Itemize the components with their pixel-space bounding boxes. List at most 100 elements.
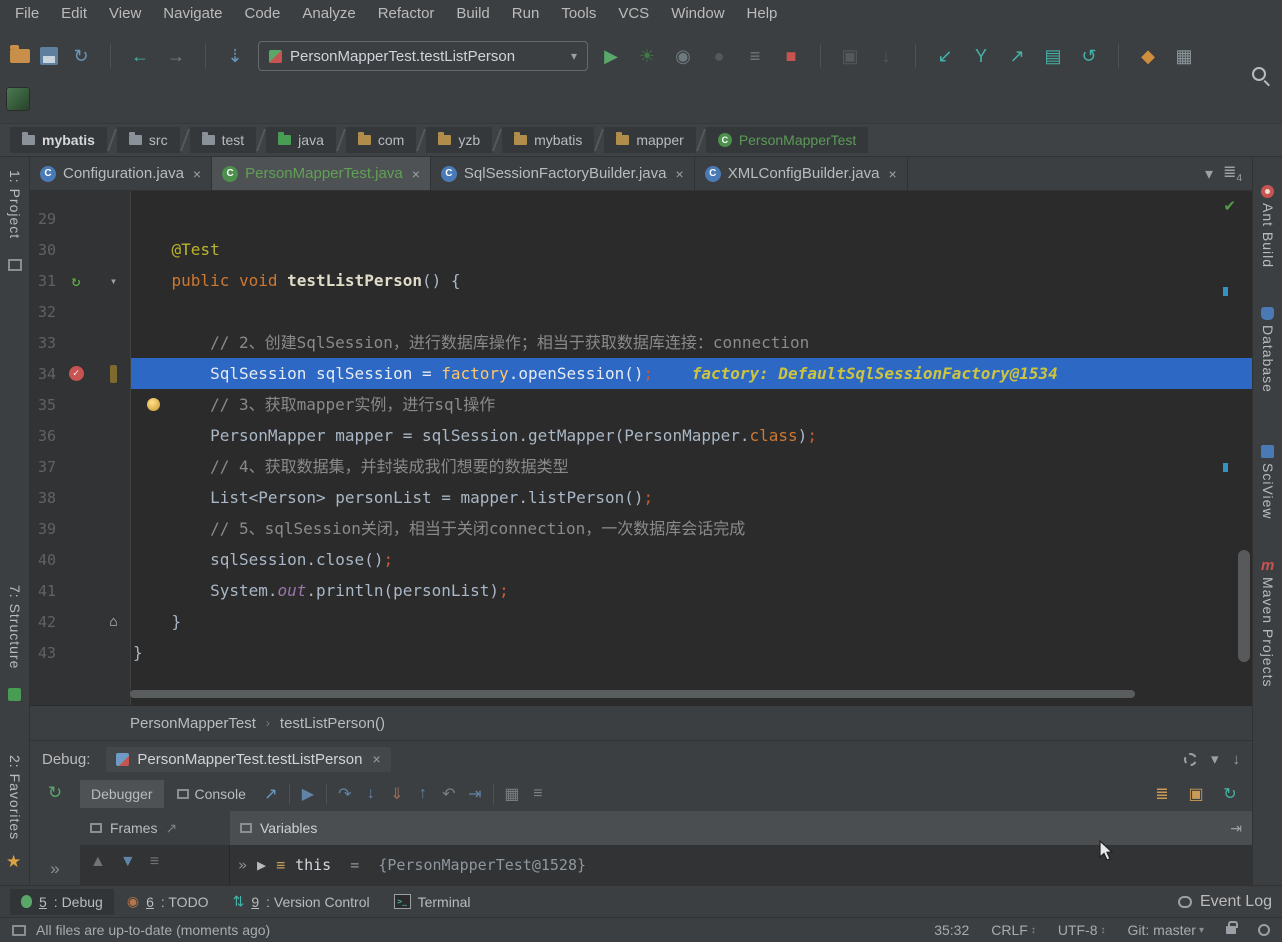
code-line[interactable]: // 5、sqlSession关闭，相当于关闭connection，一次数据库会… <box>131 513 1252 544</box>
editor-tab[interactable]: C Configuration.java × <box>30 157 213 190</box>
favorites-star-icon[interactable]: ★ <box>6 852 21 872</box>
editor[interactable]: 29 30 @Test 31 ↻ ▾ public void testListPerso… <box>30 191 1252 705</box>
gutter-cell[interactable]: 43 <box>30 637 131 668</box>
sync-icon[interactable]: ↻ <box>68 43 94 69</box>
menu-item-window[interactable]: Window <box>660 0 735 27</box>
breadcrumb-item[interactable]: com <box>345 127 417 153</box>
tab-list-icon[interactable]: ≣4 <box>1223 162 1242 184</box>
attach-icon[interactable]: ● <box>706 43 732 69</box>
error-stripe-mark[interactable] <box>1223 287 1228 296</box>
gutter-icon-slot[interactable]: ▾ <box>96 274 131 288</box>
sidebar-item-project[interactable]: 1: Project <box>0 170 30 239</box>
close-icon[interactable]: × <box>412 166 420 182</box>
window-arrow-icon[interactable]: ▤ <box>1040 43 1066 69</box>
breadcrumb-item[interactable]: mapper <box>604 127 696 153</box>
gutter-cell[interactable]: 30 <box>30 234 131 265</box>
debug-session-tab[interactable]: PersonMapperTest.testListPerson × <box>106 746 391 772</box>
build-artifacts-icon[interactable]: ≡ <box>742 43 768 69</box>
annotate-icon[interactable]: ⇣ <box>222 43 248 69</box>
breadcrumb-item[interactable]: mybatis <box>502 127 595 153</box>
code-line[interactable]: // 3、获取mapper实例，进行sql操作 <box>131 389 1252 420</box>
close-icon[interactable]: × <box>193 166 201 182</box>
open-project-icon[interactable] <box>10 45 30 63</box>
run-to-cursor-icon[interactable]: ⇥ <box>463 782 487 806</box>
step-over-icon[interactable]: ↷ <box>333 782 357 806</box>
gutter-cell[interactable]: 37 <box>30 451 131 482</box>
menu-item-navigate[interactable]: Navigate <box>152 0 233 27</box>
code-line[interactable] <box>131 296 1252 327</box>
variable-value[interactable]: {PersonMapperTest@1528} <box>378 856 586 874</box>
breadcrumb-item[interactable]: test <box>189 127 257 153</box>
sciview-icon[interactable] <box>1261 445 1274 458</box>
caret-position[interactable]: 35:32 <box>934 922 969 938</box>
gear-icon[interactable] <box>1183 752 1197 766</box>
frame-menu-icon[interactable]: ≡ <box>150 853 159 871</box>
sidebar-item-favorites[interactable]: 2: Favorites <box>0 755 30 840</box>
toolwindow-button-versioncontrol[interactable]: ⇅ 9: Version Control <box>222 888 381 915</box>
event-log-button[interactable]: Event Log <box>1177 893 1272 911</box>
code-line[interactable]: System.out.println(personList); <box>131 575 1252 606</box>
coverage-icon[interactable]: ☀ <box>634 43 660 69</box>
vertical-scrollbar[interactable] <box>1238 550 1250 662</box>
restart-dim-icon[interactable]: ▣ <box>837 43 863 69</box>
code-line[interactable]: List<Person> personList = mapper.listPer… <box>131 482 1252 513</box>
close-icon[interactable]: × <box>888 166 896 182</box>
menu-item-run[interactable]: Run <box>501 0 551 27</box>
code-line[interactable]: } <box>131 606 1252 637</box>
tab-console[interactable]: Console <box>166 780 257 808</box>
gutter-cell[interactable]: 36 <box>30 420 131 451</box>
menu-item-analyze[interactable]: Analyze <box>291 0 366 27</box>
profiler-icon[interactable]: ◉ <box>670 43 696 69</box>
tab-debugger[interactable]: Debugger <box>80 780 164 808</box>
more-options-icon[interactable]: ≡ <box>526 782 550 806</box>
rollback-icon[interactable]: ↺ <box>1076 43 1102 69</box>
close-icon[interactable]: × <box>676 166 684 182</box>
sidebar-item-sciview[interactable]: SciView <box>1253 463 1282 520</box>
lock-icon[interactable] <box>1226 921 1238 934</box>
push-icon[interactable]: ↗ <box>1004 43 1030 69</box>
horizontal-scrollbar[interactable] <box>130 690 1135 698</box>
rerun-icon[interactable]: ↻ <box>48 783 62 803</box>
gutter-cell[interactable]: 32 <box>30 296 131 327</box>
database-icon[interactable] <box>1261 307 1274 320</box>
toolwindow-button-debug[interactable]: 5: Debug <box>10 888 114 915</box>
breadcrumb-method[interactable]: testListPerson() <box>280 715 385 732</box>
chevron-down-icon[interactable]: ▾ <box>571 49 577 63</box>
toolwindow-button-terminal[interactable]: >_ Terminal <box>383 889 482 915</box>
gutter-cell[interactable]: 34 ✓ <box>30 358 131 389</box>
frames-content[interactable]: ▲ ▼ ≡ <box>80 845 230 885</box>
tool-window-icon[interactable] <box>8 259 22 271</box>
step-into-icon[interactable]: ↓ <box>359 782 383 806</box>
frame-up-icon[interactable]: ▲ <box>90 853 106 871</box>
code-line[interactable] <box>131 203 1252 234</box>
thread-dump-icon[interactable]: ▣ <box>1184 782 1208 806</box>
gutter-cell[interactable]: 42 ⌂ <box>30 606 131 637</box>
gutter-icon-slot[interactable]: ✓ <box>56 366 96 381</box>
hidden-tabs-icon[interactable]: » <box>50 859 59 879</box>
chevron-down-icon[interactable]: ▾ <box>1211 750 1219 768</box>
field-icon[interactable]: ≡ <box>276 856 285 874</box>
breadcrumb-item[interactable]: java <box>266 127 336 153</box>
gutter-icon-slot[interactable]: ⌂ <box>96 614 131 630</box>
run-icon[interactable]: ▶ <box>598 43 624 69</box>
debugger-settings-icon[interactable]: ↻ <box>1218 782 1242 806</box>
forward-icon[interactable]: → <box>163 43 189 69</box>
editor-tab[interactable]: C SqlSessionFactoryBuilder.java × <box>431 157 695 190</box>
update-project-icon[interactable]: ↙ <box>932 43 958 69</box>
step-out-icon[interactable]: ↑ <box>411 782 435 806</box>
editor-tab[interactable]: C PersonMapperTest.java × <box>212 157 431 190</box>
code-line[interactable]: // 2、创建SqlSession，进行数据库操作；相当于获取数据库连接：con… <box>131 327 1252 358</box>
menu-item-view[interactable]: View <box>98 0 152 27</box>
code-line[interactable]: SqlSession sqlSession = factory.openSess… <box>131 358 1252 389</box>
code-line[interactable]: } <box>131 637 1252 668</box>
menu-item-vcs[interactable]: VCS <box>607 0 660 27</box>
evaluate-expression-icon[interactable]: ▦ <box>500 782 524 806</box>
back-icon[interactable]: ← <box>127 43 153 69</box>
sidebar-item-ant-build[interactable]: Ant Build <box>1253 203 1282 268</box>
variable-name[interactable]: this <box>295 856 331 874</box>
ant-icon[interactable] <box>1261 185 1274 198</box>
gutter-icon-slot[interactable] <box>96 364 131 383</box>
close-icon[interactable]: × <box>373 751 381 767</box>
structure-icon[interactable] <box>8 688 21 701</box>
gutter-cell[interactable]: 31 ↻ ▾ <box>30 265 131 296</box>
